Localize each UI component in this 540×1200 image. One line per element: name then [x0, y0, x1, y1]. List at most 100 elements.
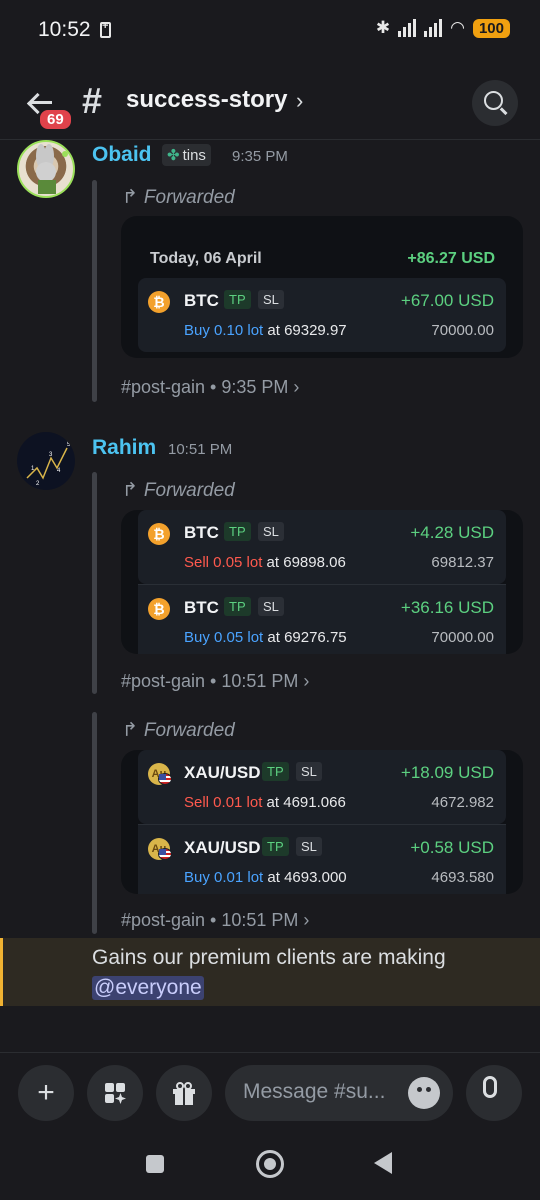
forward-arrow-icon: ↱ — [122, 480, 138, 501]
clover-icon: ✤ — [167, 147, 180, 164]
forwarded-label: ↱ Forwarded — [122, 187, 235, 208]
bitcoin-icon: ₿ — [148, 598, 170, 620]
trade-row: ₿ BTC TP SL +4.28 USD Sell 0.05 lot at 6… — [138, 510, 506, 584]
recents-icon[interactable] — [146, 1155, 164, 1173]
source-channel-link[interactable]: #post-gain • 9:35 PM › — [121, 377, 299, 398]
bitcoin-icon: ₿ — [148, 291, 170, 313]
author-name[interactable]: Obaid — [92, 143, 152, 167]
forward-bar — [92, 180, 97, 402]
back-icon[interactable] — [374, 1152, 392, 1174]
trade-target: 4693.580 — [431, 869, 494, 886]
battery-saver-icon — [100, 20, 111, 38]
unread-badge: 69 — [38, 108, 73, 131]
trade-row: Au XAU/USD TP SL +0.58 USD Buy 0.01 lot … — [138, 824, 506, 894]
forward-bar — [92, 472, 97, 694]
trade-pnl: +67.00 USD — [400, 291, 494, 310]
trade-symbol: XAU/USD — [184, 838, 261, 857]
us-flag-icon — [158, 848, 172, 860]
plus-button[interactable]: + — [18, 1065, 74, 1121]
sl-pill: SL — [258, 290, 284, 309]
gift-icon — [173, 1082, 195, 1105]
tp-pill: TP — [262, 837, 289, 856]
sl-pill: SL — [296, 762, 322, 781]
sl-pill: SL — [296, 837, 322, 856]
trade-symbol: BTC — [184, 598, 219, 617]
avatar-obaid[interactable] — [17, 140, 75, 198]
home-icon[interactable] — [256, 1150, 284, 1178]
bunny-character-icon — [36, 144, 68, 194]
forwarded-label: ↱ Forwarded — [122, 480, 235, 501]
message-text: Gains our premium clients are making — [92, 946, 446, 969]
signal-icon-2 — [424, 19, 443, 37]
tp-pill: TP — [262, 762, 289, 781]
svg-text:5: 5 — [67, 442, 71, 448]
battery-level: 100 — [472, 18, 510, 38]
svg-text:4: 4 — [57, 468, 61, 474]
trade-row: Au XAU/USD TP SL +18.09 USD Sell 0.01 lo… — [138, 750, 506, 824]
search-button[interactable] — [472, 80, 518, 126]
wave-chart-icon: 1 2 3 4 5 — [26, 442, 71, 487]
trade-symbol: BTC — [184, 291, 219, 310]
trade-pnl: +4.28 USD — [410, 523, 494, 542]
avatar-rahim[interactable]: 1 2 3 4 5 — [17, 432, 75, 490]
bitcoin-icon: ₿ — [148, 523, 170, 545]
status-icons: ✱ ◠ 100 — [376, 18, 510, 38]
microphone-icon — [483, 1076, 497, 1098]
message-time: 10:51 PM — [168, 441, 233, 458]
plus-icon: + — [37, 1076, 55, 1109]
apps-icon — [105, 1083, 126, 1104]
trade-row: ₿ BTC TP SL +36.16 USD Buy 0.05 lot at 6… — [138, 584, 506, 654]
apps-button[interactable] — [87, 1065, 143, 1121]
trade-side: Buy 0.05 lot at 69276.75 — [184, 629, 347, 646]
author-tag: ✤ tins — [162, 144, 211, 166]
us-flag-icon — [158, 773, 172, 785]
trade-side: Sell 0.01 lot at 4691.066 — [184, 794, 346, 811]
trade-card[interactable]: Au XAU/USD TP SL +18.09 USD Sell 0.01 lo… — [121, 750, 523, 894]
sl-pill: SL — [258, 597, 284, 616]
trade-side: Buy 0.01 lot at 4693.000 — [184, 869, 347, 886]
tp-pill: TP — [224, 290, 251, 309]
wifi-icon: ◠ — [450, 18, 465, 37]
trade-pnl: +36.16 USD — [400, 598, 494, 617]
trade-pnl: +18.09 USD — [400, 763, 494, 782]
signal-icon — [398, 19, 417, 37]
source-channel-link[interactable]: #post-gain • 10:51 PM › — [121, 671, 309, 692]
message-time: 9:35 PM — [232, 148, 288, 165]
trade-symbol: XAU/USD — [184, 763, 261, 782]
everyone-mention[interactable]: @everyone — [92, 976, 204, 1000]
trade-row: ₿ BTC TP SL +67.00 USD Buy 0.10 lot at 6… — [138, 278, 506, 352]
hash-icon: # — [82, 80, 103, 121]
card-total: +86.27 USD — [407, 250, 495, 267]
message-placeholder: Message #su... — [243, 1080, 386, 1103]
status-bar: 10:52 ✱ ◠ 100 — [0, 0, 540, 60]
bluetooth-icon: ✱ — [375, 18, 391, 37]
trade-target: 70000.00 — [431, 629, 494, 646]
clock: 10:52 — [38, 18, 91, 41]
trade-target: 4672.982 — [431, 794, 494, 811]
trade-symbol: BTC — [184, 523, 219, 542]
forward-arrow-icon: ↱ — [122, 720, 138, 741]
channel-header: 69 # success-story › — [0, 72, 540, 140]
forwarded-label: ↱ Forwarded — [122, 720, 235, 741]
source-channel-link[interactable]: #post-gain • 10:51 PM › — [121, 910, 309, 931]
forward-arrow-icon: ↱ — [122, 187, 138, 208]
trade-pnl: +0.58 USD — [410, 838, 494, 857]
chevron-right-icon[interactable]: › — [296, 88, 303, 114]
gift-button[interactable] — [156, 1065, 212, 1121]
author-name[interactable]: Rahim — [92, 436, 156, 460]
trade-side: Sell 0.05 lot at 69898.06 — [184, 554, 346, 571]
trade-side: Buy 0.10 lot at 69329.97 — [184, 322, 347, 339]
trade-card[interactable]: ₿ BTC TP SL +4.28 USD Sell 0.05 lot at 6… — [121, 510, 523, 654]
forward-bar — [92, 712, 97, 934]
trade-target: 69812.37 — [431, 554, 494, 571]
trade-card[interactable]: Today, 06 April +86.27 USD ₿ BTC TP SL +… — [121, 216, 523, 358]
card-date: Today, 06 April — [150, 250, 262, 267]
trade-target: 70000.00 — [431, 322, 494, 339]
tp-pill: TP — [224, 597, 251, 616]
svg-text:2: 2 — [36, 481, 40, 487]
channel-title[interactable]: success-story — [126, 86, 287, 114]
emoji-icon[interactable] — [408, 1077, 440, 1109]
tp-pill: TP — [224, 522, 251, 541]
sl-pill: SL — [258, 522, 284, 541]
svg-text:3: 3 — [49, 452, 53, 458]
